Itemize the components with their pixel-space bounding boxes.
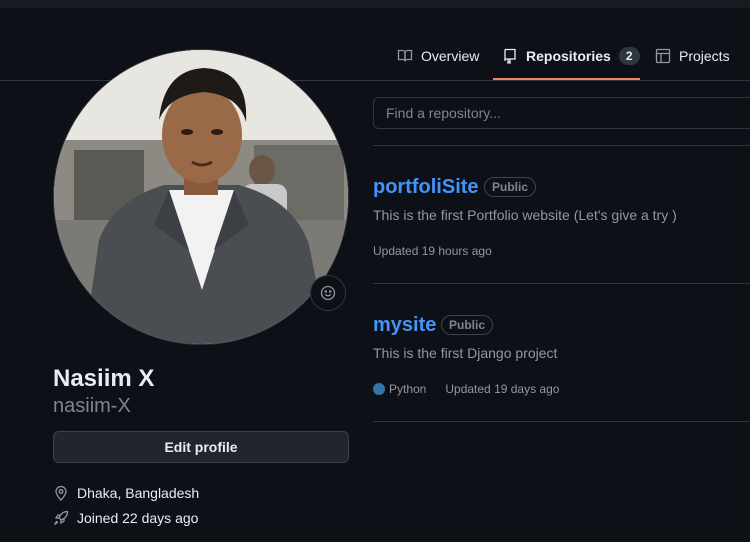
repo-meta: Updated 19 hours ago xyxy=(373,243,492,259)
tab-projects[interactable]: Projects xyxy=(655,44,730,68)
repo-description: This is the first Portfolio website (Let… xyxy=(373,207,677,223)
global-header xyxy=(0,0,750,8)
avatar-photo xyxy=(54,50,348,344)
repo-divider xyxy=(373,283,750,284)
repo-divider xyxy=(373,145,750,146)
avatar[interactable] xyxy=(53,49,349,345)
repo-updated: Updated 19 hours ago xyxy=(373,244,492,258)
tab-projects-label: Projects xyxy=(679,48,730,64)
repo-icon xyxy=(504,48,516,64)
tab-overview[interactable]: Overview xyxy=(397,44,479,68)
tab-repositories[interactable]: Repositories 2 xyxy=(502,44,640,68)
profile-full-name: Nasiim X xyxy=(53,365,155,392)
repo-meta: Python Updated 19 days ago xyxy=(373,381,559,397)
tab-overview-label: Overview xyxy=(421,48,480,64)
repo-divider xyxy=(373,421,750,422)
book-icon xyxy=(397,49,413,62)
profile-joined: Joined 22 days ago xyxy=(53,510,198,526)
repo-language: Python xyxy=(389,382,427,396)
location-text: Dhaka, Bangladesh xyxy=(77,485,200,501)
repositories-count-badge: 2 xyxy=(618,47,640,65)
visibility-badge: Public xyxy=(484,177,537,197)
edit-profile-button[interactable]: Edit profile xyxy=(53,431,349,463)
smiley-icon xyxy=(320,285,336,301)
repo-link-portfolisite[interactable]: portfoliSite xyxy=(373,175,479,199)
table-icon xyxy=(655,48,671,64)
find-repository-input[interactable] xyxy=(373,97,750,129)
location-icon xyxy=(55,485,67,501)
repo-link-mysite[interactable]: mysite xyxy=(373,313,436,337)
repo-description: This is the first Django project xyxy=(373,345,558,361)
visibility-badge: Public xyxy=(441,315,494,335)
joined-text: Joined 22 days ago xyxy=(77,510,199,526)
profile-username: nasiim-X xyxy=(53,395,131,417)
language-color-dot xyxy=(373,383,385,395)
profile-location: Dhaka, Bangladesh xyxy=(53,485,199,501)
tab-repositories-label: Repositories xyxy=(526,48,611,64)
set-status-button[interactable] xyxy=(310,275,346,311)
repo-updated: Updated 19 days ago xyxy=(445,382,560,396)
rocket-icon xyxy=(53,510,69,526)
